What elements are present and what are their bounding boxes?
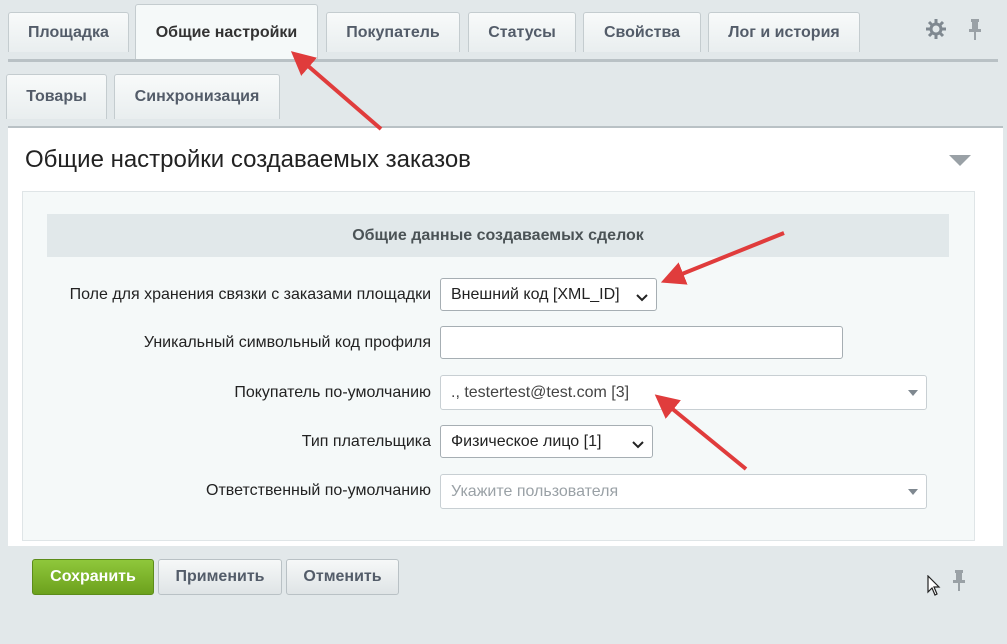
default-buyer-label: Покупатель по-умолчанию (234, 384, 431, 401)
tab-label: Лог и история (728, 23, 840, 41)
payer-type-label: Тип плательщика (301, 433, 431, 450)
tab-label: Свойства (603, 23, 681, 41)
pin-icon[interactable] (963, 17, 987, 41)
tab-label: Общие настройки (155, 23, 298, 41)
cancel-button[interactable]: Отменить (286, 559, 399, 595)
tab-sync[interactable]: Синхронизация (114, 74, 280, 119)
link-field-label: Поле для хранения связки с заказами площ… (69, 286, 431, 303)
tab-buyer[interactable]: Покупатель (326, 12, 460, 52)
dropdown-triangle-icon (908, 488, 918, 495)
tab-row1-divider (8, 59, 998, 62)
select-value: Физическое лицо [1] (451, 432, 602, 450)
settings-card: Общие настройки создаваемых заказов Общи… (8, 126, 1003, 546)
tab-label: Синхронизация (134, 88, 260, 105)
responsible-label: Ответственный по-умолчанию (206, 482, 431, 499)
tab-log-history[interactable]: Лог и история (708, 12, 860, 52)
tab-label: Покупатель (346, 23, 440, 41)
button-label: Отменить (303, 568, 382, 585)
link-field-select[interactable]: Внешний код [XML_ID] (440, 278, 657, 311)
default-buyer-combobox[interactable]: ., testertest@test.com [3] (440, 375, 927, 410)
tab-label: Товары (26, 88, 87, 105)
tab-statuses[interactable]: Статусы (468, 12, 576, 52)
mouse-cursor-icon (927, 574, 941, 602)
payer-type-select[interactable]: Физическое лицо [1] (440, 425, 653, 458)
profile-code-label: Уникальный символьный код профиля (143, 334, 431, 351)
combobox-placeholder: Укажите пользователя (451, 482, 619, 500)
section-header: Общие данные создаваемых сделок (47, 214, 949, 257)
apply-button[interactable]: Применить (158, 559, 282, 595)
collapse-triangle-icon[interactable] (949, 154, 971, 172)
profile-code-input[interactable] (440, 326, 843, 359)
button-label: Применить (175, 568, 265, 585)
tab-label: Статусы (488, 23, 556, 41)
chevron-down-icon (636, 290, 648, 308)
chevron-down-icon (632, 437, 644, 455)
tab-platform[interactable]: Площадка (8, 12, 129, 52)
save-button[interactable]: Сохранить (32, 559, 154, 595)
gear-icon[interactable] (924, 17, 948, 41)
dropdown-triangle-icon (908, 389, 918, 396)
select-value: Внешний код [XML_ID] (451, 285, 620, 303)
pin-icon[interactable] (947, 568, 971, 592)
tab-general-settings[interactable]: Общие настройки (135, 4, 318, 60)
responsible-combobox[interactable]: Укажите пользователя (440, 474, 927, 509)
tab-products[interactable]: Товары (6, 74, 107, 119)
tab-label: Площадка (28, 23, 109, 41)
combobox-value: ., testertest@test.com [3] (451, 383, 630, 401)
button-label: Сохранить (50, 568, 136, 585)
tab-properties[interactable]: Свойства (583, 12, 701, 52)
card-title: Общие настройки создаваемых заказов (25, 146, 471, 173)
form-panel: Общие данные создаваемых сделок Поле для… (22, 191, 975, 541)
annotation-arrow (290, 51, 383, 131)
